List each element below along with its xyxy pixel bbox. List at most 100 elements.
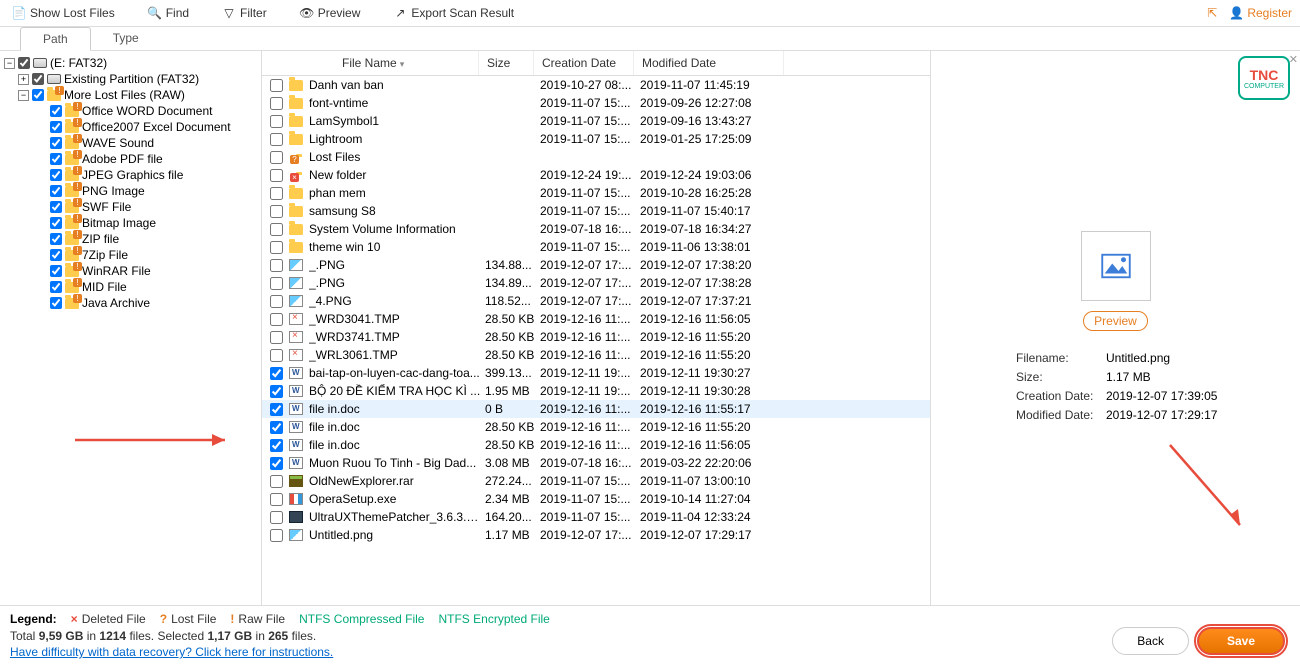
file-checkbox[interactable]	[270, 205, 283, 218]
file-checkbox[interactable]	[270, 349, 283, 362]
tree-checkbox[interactable]	[50, 201, 62, 213]
col-mdate[interactable]: Modified Date	[634, 51, 784, 75]
file-checkbox[interactable]	[270, 151, 283, 164]
tree-checkbox[interactable]	[50, 105, 62, 117]
tree-child[interactable]: !Office WORD Document	[0, 103, 261, 119]
file-row[interactable]: ×New folder2019-12-24 19:...2019-12-24 1…	[262, 166, 930, 184]
file-row[interactable]: file in.doc28.50 KB2019-12-16 11:...2019…	[262, 418, 930, 436]
expand-icon[interactable]: +	[18, 74, 29, 85]
file-checkbox[interactable]	[270, 493, 283, 506]
file-row[interactable]: samsung S82019-11-07 15:...2019-11-07 15…	[262, 202, 930, 220]
file-checkbox[interactable]	[270, 115, 283, 128]
file-checkbox[interactable]	[270, 439, 283, 452]
file-checkbox[interactable]	[270, 367, 283, 380]
file-checkbox[interactable]	[270, 277, 283, 290]
tree-checkbox[interactable]	[32, 89, 44, 101]
file-row[interactable]: BỘ 20 ĐỀ KIỂM TRA HỌC KÌ ...1.95 MB2019-…	[262, 382, 930, 400]
tree-existing[interactable]: + Existing Partition (FAT32)	[0, 71, 261, 87]
file-row[interactable]: _.PNG134.88...2019-12-07 17:...2019-12-0…	[262, 256, 930, 274]
file-checkbox[interactable]	[270, 169, 283, 182]
file-checkbox[interactable]	[270, 241, 283, 254]
show-lost-files-button[interactable]: 📄Show Lost Files	[8, 4, 119, 22]
file-checkbox[interactable]	[270, 295, 283, 308]
file-row[interactable]: UltraUXThemePatcher_3.6.3.exe164.20...20…	[262, 508, 930, 526]
file-row[interactable]: font-vntime2019-11-07 15:...2019-09-26 1…	[262, 94, 930, 112]
file-checkbox[interactable]	[270, 421, 283, 434]
file-row[interactable]: System Volume Information2019-07-18 16:.…	[262, 220, 930, 238]
file-checkbox[interactable]	[270, 475, 283, 488]
tree-checkbox[interactable]	[50, 297, 62, 309]
tree-child[interactable]: !PNG Image	[0, 183, 261, 199]
tree-child[interactable]: !Adobe PDF file	[0, 151, 261, 167]
tree-checkbox[interactable]	[50, 233, 62, 245]
help-link[interactable]: Have difficulty with data recovery? Clic…	[10, 645, 333, 659]
tree-more-lost[interactable]: − ! More Lost Files (RAW)	[0, 87, 261, 103]
tab-path[interactable]: Path	[20, 27, 91, 51]
file-row[interactable]: file in.doc0 B2019-12-16 11:...2019-12-1…	[262, 400, 930, 418]
file-row[interactable]: _WRD3041.TMP28.50 KB2019-12-16 11:...201…	[262, 310, 930, 328]
tree-checkbox[interactable]	[50, 169, 62, 181]
tree-child[interactable]: !Java Archive	[0, 295, 261, 311]
file-row[interactable]: _.PNG134.89...2019-12-07 17:...2019-12-0…	[262, 274, 930, 292]
find-button[interactable]: 🔍Find	[144, 4, 193, 22]
tree-child[interactable]: !ZIP file	[0, 231, 261, 247]
tree-child[interactable]: !Bitmap Image	[0, 215, 261, 231]
register-button[interactable]: 👤Register	[1229, 6, 1292, 20]
save-button[interactable]: Save	[1197, 627, 1285, 655]
file-row[interactable]: Lightroom2019-11-07 15:...2019-01-25 17:…	[262, 130, 930, 148]
collapse-icon[interactable]: −	[18, 90, 29, 101]
file-list-body[interactable]: Danh van ban2019-10-27 08:...2019-11-07 …	[262, 76, 930, 605]
close-icon[interactable]: ✕	[1289, 53, 1298, 66]
tree-checkbox[interactable]	[50, 153, 62, 165]
tree-child[interactable]: !JPEG Graphics file	[0, 167, 261, 183]
file-row[interactable]: Muon Ruou To Tinh - Big Dad...3.08 MB201…	[262, 454, 930, 472]
tree-checkbox[interactable]	[18, 57, 30, 69]
tree-root[interactable]: − (E: FAT32)	[0, 55, 261, 71]
file-row[interactable]: ?Lost Files	[262, 148, 930, 166]
file-row[interactable]: bai-tap-on-luyen-cac-dang-toa...399.13..…	[262, 364, 930, 382]
file-row[interactable]: Untitled.png1.17 MB2019-12-07 17:...2019…	[262, 526, 930, 544]
collapse-icon[interactable]: −	[4, 58, 15, 69]
file-checkbox[interactable]	[270, 385, 283, 398]
col-cdate[interactable]: Creation Date	[534, 51, 634, 75]
tree-checkbox[interactable]	[50, 137, 62, 149]
file-row[interactable]: LamSymbol12019-11-07 15:...2019-09-16 13…	[262, 112, 930, 130]
file-row[interactable]: file in.doc28.50 KB2019-12-16 11:...2019…	[262, 436, 930, 454]
back-button[interactable]: Back	[1112, 627, 1189, 655]
tree-child[interactable]: !WinRAR File	[0, 263, 261, 279]
file-row[interactable]: _4.PNG118.52...2019-12-07 17:...2019-12-…	[262, 292, 930, 310]
file-checkbox[interactable]	[270, 187, 283, 200]
tree-checkbox[interactable]	[50, 281, 62, 293]
file-row[interactable]: _WRL3061.TMP28.50 KB2019-12-16 11:...201…	[262, 346, 930, 364]
file-checkbox[interactable]	[270, 223, 283, 236]
file-checkbox[interactable]	[270, 97, 283, 110]
tree-child[interactable]: !MID File	[0, 279, 261, 295]
tree-checkbox[interactable]	[50, 185, 62, 197]
file-checkbox[interactable]	[270, 331, 283, 344]
file-row[interactable]: Danh van ban2019-10-27 08:...2019-11-07 …	[262, 76, 930, 94]
file-row[interactable]: OperaSetup.exe2.34 MB2019-11-07 15:...20…	[262, 490, 930, 508]
file-row[interactable]: _WRD3741.TMP28.50 KB2019-12-16 11:...201…	[262, 328, 930, 346]
tree-checkbox[interactable]	[32, 73, 44, 85]
preview-button[interactable]: 👁Preview	[296, 4, 365, 22]
tree-child[interactable]: !Office2007 Excel Document	[0, 119, 261, 135]
preview-action-button[interactable]: Preview	[1083, 311, 1148, 331]
tree-checkbox[interactable]	[50, 121, 62, 133]
tab-type[interactable]: Type	[91, 27, 161, 50]
tree-child[interactable]: !WAVE Sound	[0, 135, 261, 151]
file-checkbox[interactable]	[270, 403, 283, 416]
tree-checkbox[interactable]	[50, 249, 62, 261]
col-name[interactable]: File Name▾	[262, 51, 479, 75]
tree-child[interactable]: !SWF File	[0, 199, 261, 215]
tree-checkbox[interactable]	[50, 217, 62, 229]
file-checkbox[interactable]	[270, 313, 283, 326]
file-checkbox[interactable]	[270, 259, 283, 272]
file-checkbox[interactable]	[270, 511, 283, 524]
filter-button[interactable]: ▽Filter	[218, 4, 271, 22]
file-checkbox[interactable]	[270, 529, 283, 542]
tree-child[interactable]: !7Zip File	[0, 247, 261, 263]
file-row[interactable]: theme win 102019-11-07 15:...2019-11-06 …	[262, 238, 930, 256]
share-icon[interactable]: ⇱	[1207, 6, 1217, 20]
file-checkbox[interactable]	[270, 457, 283, 470]
tree-checkbox[interactable]	[50, 265, 62, 277]
